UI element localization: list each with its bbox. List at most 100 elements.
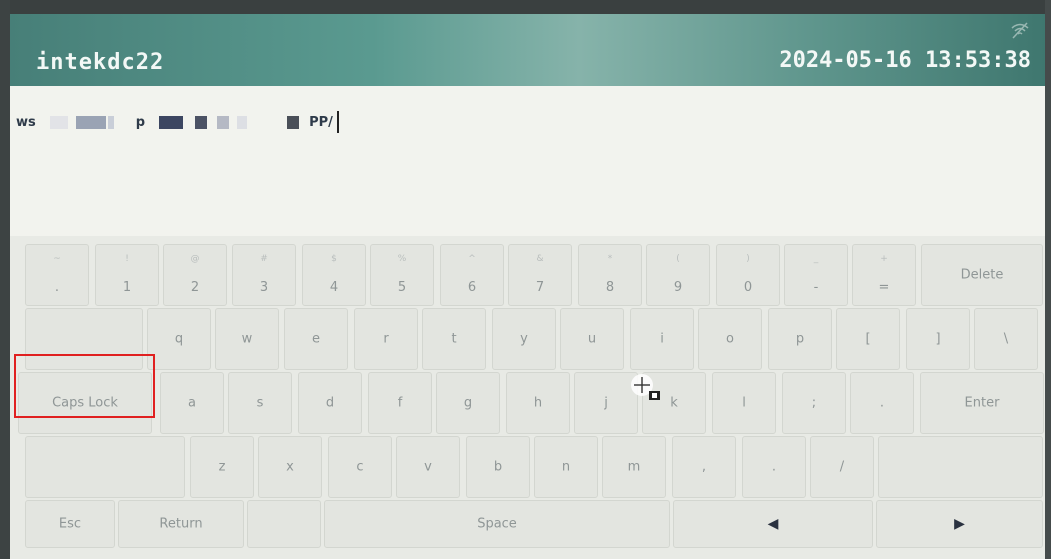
key-row4-0[interactable]: z — [190, 436, 254, 498]
key-row3-10[interactable]: . — [850, 372, 914, 434]
key-label: Esc — [58, 516, 82, 532]
key-row4-9[interactable]: / — [810, 436, 874, 498]
key-label: 8 — [605, 280, 615, 295]
key-shift-label: % — [397, 254, 407, 264]
key-row1-10[interactable]: ) 0 — [716, 244, 780, 306]
device-name: intekdc22 — [36, 50, 165, 75]
key-label: 9 — [673, 280, 683, 295]
key-row3-5[interactable]: h — [506, 372, 570, 434]
return-key[interactable]: Return — [118, 500, 244, 548]
key-row3-9[interactable]: ; — [782, 372, 846, 434]
shift-right-key-blank[interactable] — [878, 436, 1043, 498]
key-label: - — [813, 280, 819, 295]
key-label: y — [520, 331, 528, 347]
key-p[interactable]: p — [768, 308, 832, 370]
key-i[interactable]: i — [630, 308, 694, 370]
key-q[interactable]: q — [147, 308, 211, 370]
key-row4-4[interactable]: b — [466, 436, 530, 498]
key-label: 1 — [122, 280, 132, 295]
key-label: . — [879, 395, 885, 411]
left-arrow-key[interactable]: ◀ — [673, 500, 873, 548]
highlight-box — [14, 354, 155, 418]
key-label: 0 — [743, 280, 753, 295]
key-row4-1[interactable]: x — [258, 436, 322, 498]
key-e[interactable]: e — [284, 308, 348, 370]
key-row4-5[interactable]: n — [534, 436, 598, 498]
key-row4-7[interactable]: , — [672, 436, 736, 498]
right-arrow-key[interactable]: ▶ — [876, 500, 1043, 548]
wifi-off-icon — [1011, 22, 1029, 39]
key-row1-0[interactable]: ~. — [25, 244, 89, 306]
key-row1-9[interactable]: (9 — [646, 244, 710, 306]
key-shift-label: & — [536, 254, 544, 264]
key-row3-4[interactable]: g — [436, 372, 500, 434]
key-r[interactable]: r — [354, 308, 418, 370]
key-row1-6[interactable]: ^ 6 — [440, 244, 504, 306]
key-row3-2[interactable]: d — [298, 372, 362, 434]
key-label: 4 — [329, 280, 339, 295]
key-label: / — [839, 459, 845, 475]
key-label: d — [325, 395, 335, 411]
key-row1-4[interactable]: $4 — [302, 244, 366, 306]
key-label: 3 — [259, 280, 269, 295]
key-y[interactable]: y — [492, 308, 556, 370]
redacted-block — [159, 115, 184, 129]
header-bar: intekdc22 2024-05-16 13:53:38 — [10, 14, 1045, 86]
key-u[interactable]: u — [560, 308, 624, 370]
key-symbol-10[interactable]: [ — [836, 308, 900, 370]
text-segment: p — [135, 114, 146, 130]
key-row3-8[interactable]: l — [712, 372, 776, 434]
key-row1-12[interactable]: + = — [852, 244, 916, 306]
key-row1-3[interactable]: #3 — [232, 244, 296, 306]
key-row4-8[interactable]: . — [742, 436, 806, 498]
key-row1-1[interactable]: ! 1 — [95, 244, 159, 306]
key-label: 2 — [190, 280, 200, 295]
redacted-block — [107, 115, 114, 129]
key-row4-2[interactable]: c — [328, 436, 392, 498]
key-label: [ — [865, 331, 871, 347]
key-row1-7[interactable]: & 7 — [508, 244, 572, 306]
key-shift-label: ~ — [53, 254, 61, 264]
key-label: ▶ — [954, 516, 965, 532]
key-row3-3[interactable]: f — [368, 372, 432, 434]
key-symbol-12[interactable]: \ — [974, 308, 1038, 370]
key-label: g — [463, 395, 473, 411]
screen-bezel-top — [0, 0, 1051, 14]
key-label: ; — [811, 395, 817, 411]
text-segment: ws — [16, 114, 36, 130]
key-row4-3[interactable]: v — [396, 436, 460, 498]
delete-key[interactable]: Delete — [921, 244, 1043, 306]
key-o[interactable]: o — [698, 308, 762, 370]
key-shift-label: # — [260, 254, 268, 264]
key-row1-11[interactable]: _ - — [784, 244, 848, 306]
key-label: 5 — [397, 280, 407, 295]
enter-key[interactable]: Enter — [920, 372, 1044, 434]
space-key[interactable]: Space — [324, 500, 670, 548]
key-label: Enter — [964, 395, 1000, 411]
key-label: t — [451, 331, 457, 347]
key-row3-0[interactable]: a — [160, 372, 224, 434]
key-label: r — [383, 331, 389, 347]
text-line: ws p PP/ — [16, 110, 339, 134]
key-symbol-11[interactable]: ] — [906, 308, 970, 370]
key-label: p — [795, 331, 805, 347]
esc-key[interactable]: Esc — [25, 500, 115, 548]
text-input-area[interactable]: ws p PP/ — [10, 86, 1045, 237]
key-label: x — [286, 459, 294, 475]
key-row1-8[interactable]: * 8 — [578, 244, 642, 306]
key-label: i — [660, 331, 664, 347]
blank-key[interactable] — [247, 500, 321, 548]
key-label: m — [627, 459, 641, 475]
key-row3-1[interactable]: s — [228, 372, 292, 434]
key-row1-5[interactable]: % 5 — [370, 244, 434, 306]
key-label: \ — [1003, 331, 1009, 347]
redacted-block — [195, 115, 208, 129]
shift-key-blank[interactable] — [25, 436, 185, 498]
key-row1-2[interactable]: @2 — [163, 244, 227, 306]
key-t[interactable]: t — [422, 308, 486, 370]
key-w[interactable]: w — [215, 308, 279, 370]
key-row4-6[interactable]: m — [602, 436, 666, 498]
redacted-block — [49, 115, 68, 129]
key-label: Delete — [960, 267, 1004, 283]
key-label: h — [533, 395, 543, 411]
